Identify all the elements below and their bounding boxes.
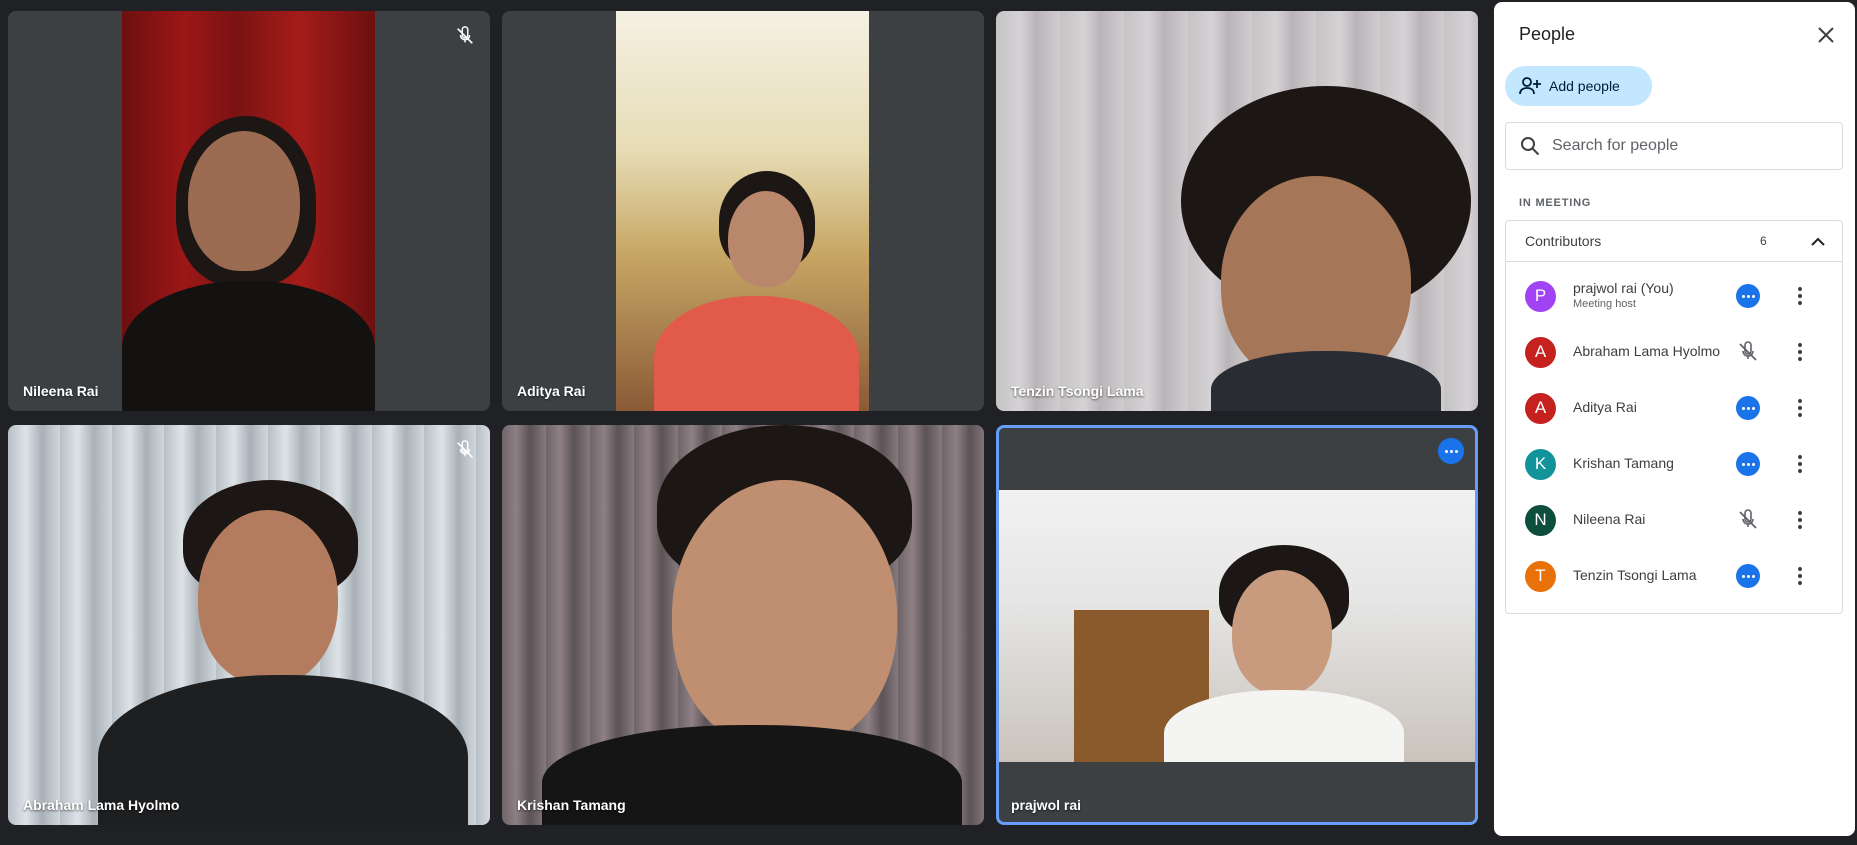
- participant-name: Tenzin Tsongi Lama: [1011, 383, 1144, 399]
- chevron-up-icon[interactable]: [1809, 233, 1827, 251]
- avatar: A: [1525, 392, 1556, 424]
- add-people-button[interactable]: Add people: [1505, 66, 1652, 106]
- avatar: P: [1525, 280, 1556, 312]
- video-tile-nileena-rai[interactable]: Nileena Rai: [8, 11, 490, 411]
- participant-name: Aditya Rai: [517, 383, 586, 399]
- more-options-icon[interactable]: [1736, 564, 1760, 588]
- more-options-icon[interactable]: [1736, 452, 1760, 476]
- participant-video: [502, 425, 984, 825]
- participant-video: [616, 11, 869, 411]
- participant-row: N Nileena Rai: [1506, 492, 1842, 548]
- participant-row: K Krishan Tamang: [1506, 436, 1842, 492]
- participant-face: [188, 131, 300, 271]
- kebab-menu-icon[interactable]: [1788, 564, 1812, 588]
- participant-row: P prajwol rai (You) Meeting host: [1506, 268, 1842, 324]
- close-icon: [1818, 27, 1834, 43]
- mic-off-icon: [457, 440, 473, 458]
- video-tile-krishan-tamang[interactable]: Krishan Tamang: [502, 425, 984, 825]
- participant-video: [996, 11, 1478, 411]
- participant-name: Abraham Lama Hyolmo: [23, 797, 180, 813]
- participant-name: Abraham Lama Hyolmo: [1573, 343, 1721, 359]
- participant-row: A Abraham Lama Hyolmo: [1506, 324, 1842, 380]
- participant-row: T Tenzin Tsongi Lama: [1506, 548, 1842, 604]
- participant-name: prajwol rai (You): [1573, 280, 1674, 296]
- search-icon: [1521, 137, 1540, 156]
- mic-off-icon: [1739, 509, 1757, 529]
- kebab-menu-icon[interactable]: [1788, 452, 1812, 476]
- participant-name: Krishan Tamang: [1573, 455, 1674, 471]
- kebab-menu-icon[interactable]: [1788, 396, 1812, 420]
- participant-name: Krishan Tamang: [517, 797, 626, 813]
- kebab-menu-icon[interactable]: [1788, 340, 1812, 364]
- close-panel-button[interactable]: [1813, 22, 1839, 48]
- participant-name: prajwol rai: [1011, 797, 1082, 813]
- participant-body: [1211, 351, 1441, 411]
- participant-video: [999, 490, 1475, 762]
- section-label: IN MEETING: [1519, 197, 1592, 209]
- contributors-group: Contributors 6 P prajwol rai (You) Meeti…: [1505, 220, 1843, 614]
- contributors-header[interactable]: Contributors 6: [1506, 221, 1842, 262]
- participant-row: A Aditya Rai: [1506, 380, 1842, 436]
- avatar: K: [1525, 448, 1556, 480]
- panel-title: People: [1519, 24, 1576, 44]
- participant-name: Aditya Rai: [1573, 399, 1637, 415]
- participant-video: [122, 11, 375, 411]
- kebab-menu-icon[interactable]: [1788, 508, 1812, 532]
- kebab-menu-icon[interactable]: [1788, 284, 1812, 308]
- participant-name: Nileena Rai: [23, 383, 99, 399]
- participant-face: [198, 510, 338, 685]
- video-tile-abraham-lama-hyolmo[interactable]: Abraham Lama Hyolmo: [8, 425, 490, 825]
- participant-name: Nileena Rai: [1573, 511, 1646, 527]
- avatar: A: [1525, 336, 1556, 368]
- mic-off-icon: [457, 26, 473, 44]
- search-field[interactable]: [1505, 122, 1843, 170]
- contributors-count: 6: [1760, 234, 1767, 248]
- participant-face: [1232, 570, 1332, 695]
- participant-video: [8, 425, 490, 825]
- participant-body: [654, 296, 859, 411]
- video-tile-aditya-rai[interactable]: Aditya Rai: [502, 11, 984, 411]
- mic-off-icon: [1739, 341, 1757, 361]
- add-person-icon: [1519, 77, 1541, 95]
- more-options-icon[interactable]: [1736, 284, 1760, 308]
- participant-face: [672, 480, 897, 750]
- avatar: N: [1525, 504, 1556, 536]
- video-tile-tenzin-tsongi-lama[interactable]: Tenzin Tsongi Lama: [996, 11, 1478, 411]
- video-tile-prajwol-rai[interactable]: prajwol rai: [996, 425, 1478, 825]
- participant-face: [728, 191, 804, 287]
- contributors-title: Contributors: [1525, 233, 1602, 249]
- add-people-label: Add people: [1549, 78, 1620, 94]
- avatar: T: [1525, 560, 1556, 592]
- participant-body: [1164, 690, 1404, 762]
- people-panel: People Add people IN MEETING Contributor…: [1494, 2, 1855, 836]
- participant-name: Tenzin Tsongi Lama: [1573, 567, 1697, 583]
- search-input[interactable]: [1552, 137, 1822, 155]
- participant-role: Meeting host: [1573, 298, 1636, 310]
- participant-body: [122, 281, 375, 411]
- more-options-icon[interactable]: [1736, 396, 1760, 420]
- more-options-icon[interactable]: [1438, 438, 1464, 464]
